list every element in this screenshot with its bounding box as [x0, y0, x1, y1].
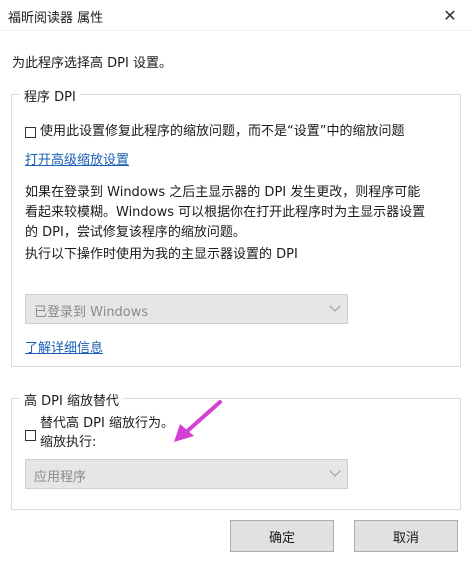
learn-more-link[interactable]: 了解详细信息: [25, 339, 103, 359]
dpi-override-group: 高 DPI 缩放替代 替代高 DPI 缩放行为。 缩放执行: 应用程序: [11, 390, 461, 510]
advanced-scaling-link[interactable]: 打开高级缩放设置: [25, 151, 129, 171]
ok-button[interactable]: 确定: [230, 520, 334, 552]
dpi-override-legend: 高 DPI 缩放替代: [20, 390, 123, 409]
scaling-performer-select-value: 应用程序: [34, 470, 87, 485]
dpi-select-label: 执行以下操作时使用为我的主显示器设置的 DPI: [25, 247, 298, 262]
description-line: 的 DPI，尝试修复该程序的缩放问题。: [25, 225, 246, 240]
scaling-performer-select[interactable]: 应用程序: [25, 459, 348, 489]
description-line: 如果在登录到 Windows 之后主显示器的 DPI 发生更改，则程序可能: [25, 185, 421, 200]
dpi-timing-select[interactable]: 已登录到 Windows: [25, 294, 348, 324]
chevron-down-icon: [329, 465, 341, 477]
dialog-prompt: 为此程序选择高 DPI 设置。: [12, 56, 172, 71]
program-dpi-group: 程序 DPI 使用此设置修复此程序的缩放问题，而不是“设置”中的缩放问题 打开高…: [11, 86, 461, 367]
scaling-performed-label: 缩放执行:: [40, 435, 97, 450]
close-icon: ✕: [443, 5, 457, 25]
override-scaling-checkbox[interactable]: [25, 430, 36, 441]
annotation-arrow-icon: [174, 400, 222, 442]
close-button[interactable]: ✕: [428, 0, 472, 30]
fix-scaling-checkbox[interactable]: [25, 127, 36, 138]
properties-dialog: 福昕阅读器 属性 ✕ 为此程序选择高 DPI 设置。 程序 DPI 使用此设置修…: [0, 0, 472, 570]
fix-scaling-label: 使用此设置修复此程序的缩放问题，而不是“设置”中的缩放问题: [40, 124, 405, 139]
cancel-button[interactable]: 取消: [354, 520, 458, 552]
override-scaling-label: 替代高 DPI 缩放行为。: [40, 416, 174, 431]
chevron-down-icon: [329, 300, 341, 312]
program-dpi-legend: 程序 DPI: [20, 86, 80, 105]
window-title: 福昕阅读器 属性: [8, 11, 104, 26]
program-dpi-description: 如果在登录到 Windows 之后主显示器的 DPI 发生更改，则程序可能 看起…: [25, 183, 445, 243]
dpi-timing-select-value: 已登录到 Windows: [34, 305, 149, 320]
description-line: 看起来较模糊。Windows 可以根据你在打开此程序时为主显示器设置: [25, 205, 426, 220]
title-bar: 福昕阅读器 属性 ✕: [0, 0, 472, 31]
